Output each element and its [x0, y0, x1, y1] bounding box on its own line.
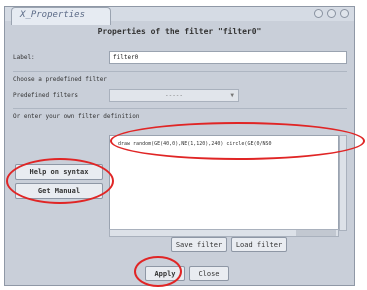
window-title-tab[interactable]: X_Properties [11, 7, 111, 25]
predefined-filter-select[interactable]: ----- ▼ [109, 89, 239, 102]
load-filter-button[interactable]: Load filter [231, 237, 287, 252]
maximize-icon[interactable] [327, 9, 336, 18]
divider [13, 71, 347, 72]
dialog-heading: Properties of the filter "filter0" [97, 27, 262, 36]
close-button[interactable]: Close [189, 266, 229, 281]
annotation-circle-help-buttons [6, 158, 114, 204]
label-input[interactable]: filter0 [109, 51, 347, 64]
chevron-down-icon: ▼ [230, 92, 234, 99]
annotation-circle-apply [134, 256, 182, 287]
minimize-icon[interactable] [314, 9, 323, 18]
close-window-icon[interactable] [340, 9, 349, 18]
horizontal-scrollbar[interactable] [109, 229, 339, 237]
predefined-caption: Predefined filters [13, 92, 79, 99]
annotation-circle-definition [110, 122, 365, 160]
own-definition-section-label: Or enter your own filter definition [13, 113, 140, 120]
horizontal-scroll-thumb[interactable] [296, 230, 336, 236]
divider [13, 108, 347, 109]
save-filter-button[interactable]: Save filter [171, 237, 227, 252]
label-caption: Label: [13, 54, 35, 61]
predefined-section-label: Choose a predefined filter [13, 76, 107, 83]
predefined-selected-value: ----- [164, 92, 184, 99]
